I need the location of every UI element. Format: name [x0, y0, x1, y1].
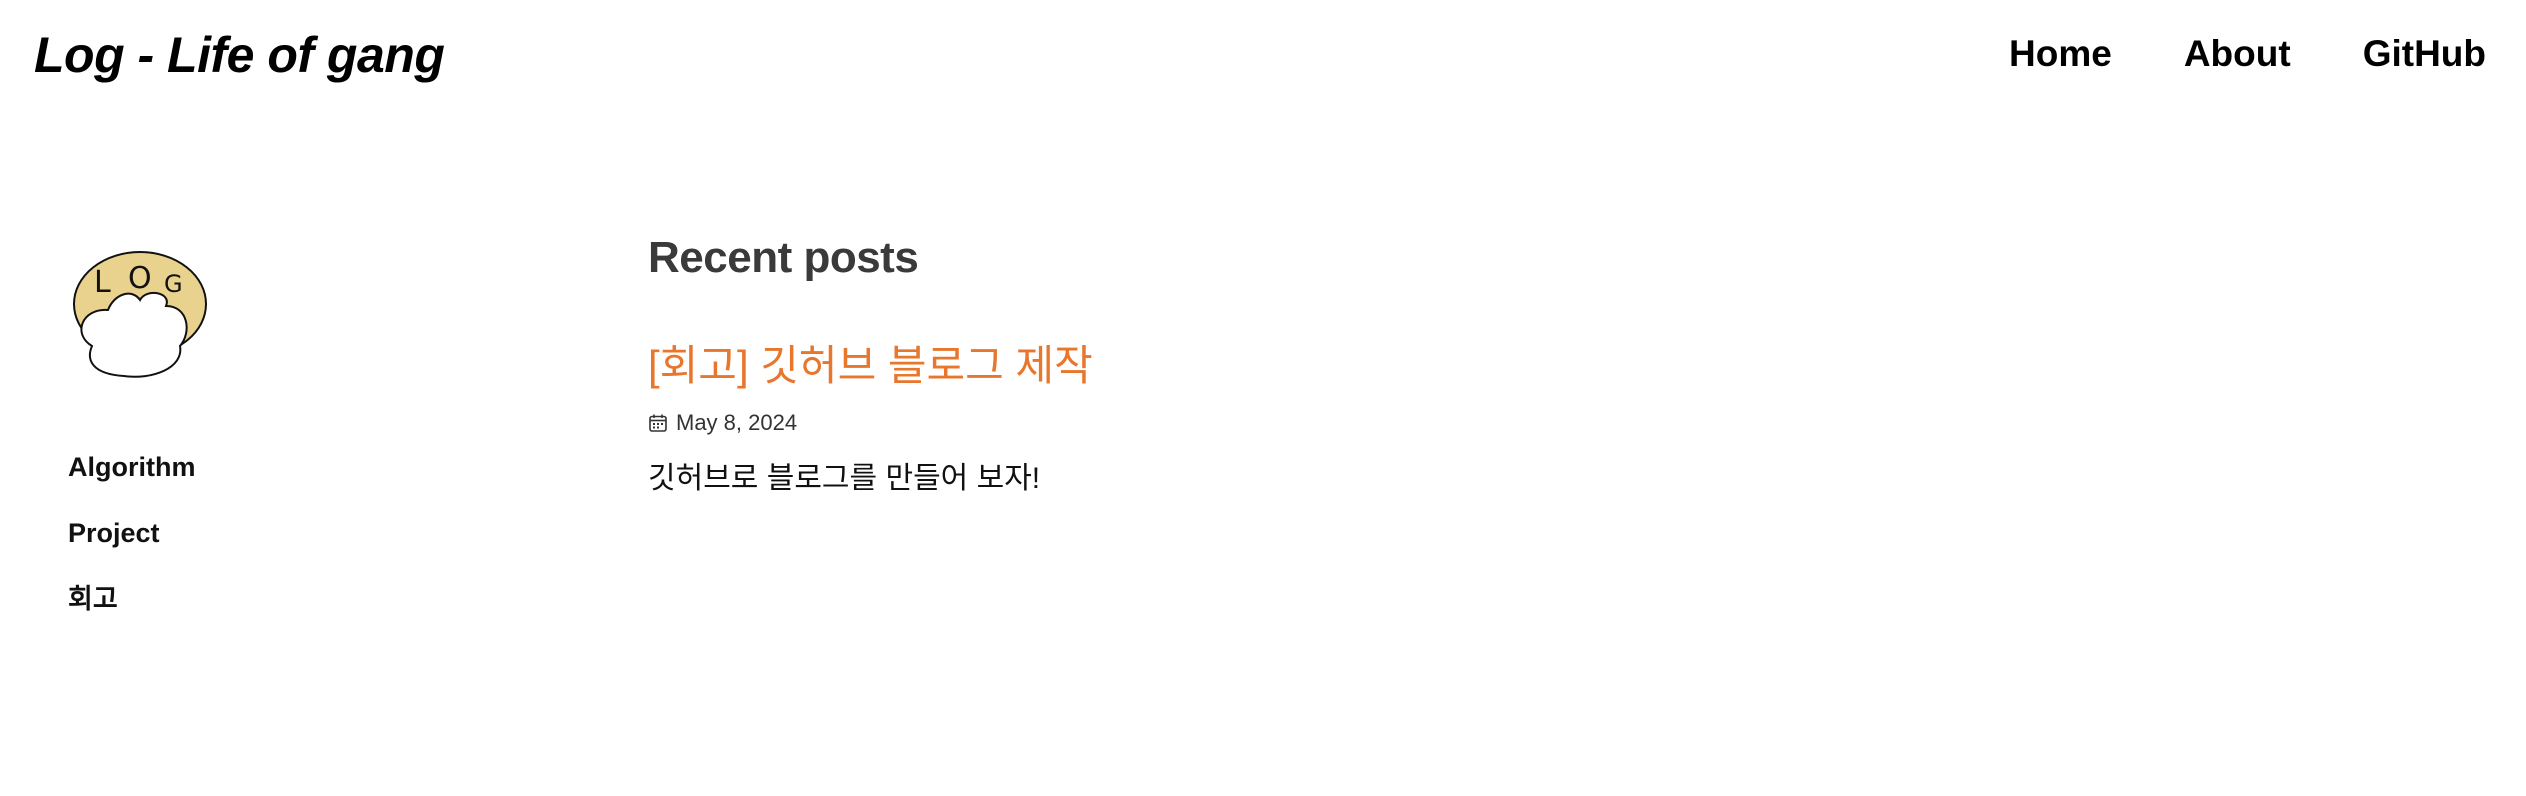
calendar-icon	[649, 414, 667, 432]
avatar-letter-g: G	[164, 270, 183, 298]
category-project[interactable]: Project	[68, 500, 428, 566]
main-content: Recent posts [회고] 깃허브 블로그 제작 May 8, 2024…	[648, 226, 2048, 530]
nav-home-link[interactable]: Home	[2009, 30, 2112, 78]
main-nav: Home About GitHub	[2009, 30, 2486, 78]
post-date: May 8, 2024	[676, 410, 798, 435]
nav-about-link[interactable]: About	[2184, 30, 2291, 78]
recent-posts-heading: Recent posts	[648, 233, 919, 282]
avatar-logo: L O G	[73, 251, 207, 378]
avatar-letter-o: O	[128, 261, 152, 296]
site-header: Log - Life of gang Home About GitHub	[0, 0, 2526, 112]
category-retrospective[interactable]: 회고	[68, 566, 428, 632]
post-item: [회고] 깃허브 블로그 제작 May 8, 2024 깃허브로 블로그를 만들…	[648, 338, 2048, 500]
site-title-link[interactable]: Log - Life of gang	[34, 22, 445, 88]
nav-github-link[interactable]: GitHub	[2363, 30, 2486, 78]
post-excerpt: 깃허브로 블로그를 만들어 보자!	[648, 462, 1041, 495]
category-algorithm[interactable]: Algorithm	[68, 434, 428, 500]
post-meta: May 8, 2024	[648, 408, 2048, 438]
avatar-letter-l: L	[94, 265, 111, 300]
post-title-link[interactable]: [회고] 깃허브 블로그 제작	[648, 342, 1093, 389]
sidebar: L O G Algorithm Project 회고	[68, 242, 428, 632]
category-list: Algorithm Project 회고	[68, 434, 428, 632]
